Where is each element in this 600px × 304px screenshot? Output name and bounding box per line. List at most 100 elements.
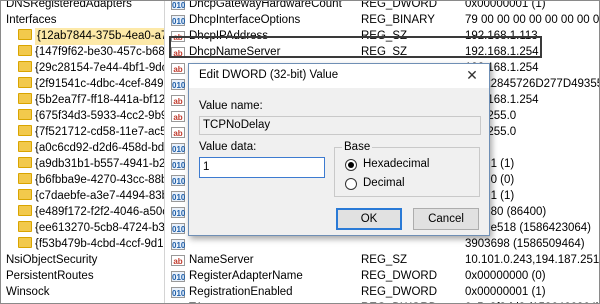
tree-item[interactable]: {12ab7844-375b-4ea0-a70d-b7 — [18, 28, 164, 45]
binary-value-icon: 010 — [171, 15, 186, 26]
base-group-label: Base — [342, 141, 373, 153]
hexadecimal-radio[interactable] — [345, 159, 357, 171]
folder-icon — [18, 189, 32, 200]
value-row[interactable]: 010 RegistrationEnabled REG_DWORD 0x0000000… — [165, 284, 599, 301]
tree-item[interactable]: {29c28154-7e44-4bf1-9dce-05 — [18, 60, 164, 77]
dialog-titlebar[interactable]: Edit DWORD (32-bit) Value ✕ — [189, 64, 489, 88]
tree-item-label: {c7daebfe-a3e7-4494-83b3-f9 — [35, 190, 164, 202]
tree-item[interactable]: {f53b479b-4cbd-4ccf-9d1c-12 — [18, 236, 164, 253]
value-name: NameServer — [189, 254, 254, 266]
value-name: T1 — [189, 300, 202, 303]
folder-icon — [18, 237, 32, 248]
tree-item[interactable]: {a0c6cd92-d2d6-458d-bd65-e — [18, 140, 164, 157]
folder-icon — [18, 141, 32, 152]
string-value-icon: ab — [171, 127, 185, 138]
folder-icon — [18, 77, 32, 88]
binary-value-icon: 010 — [171, 223, 186, 234]
registry-editor: DNSRegisteredAdapters Interfaces {12ab7844… — [0, 0, 600, 304]
tree-item[interactable]: {b6fbba9e-4270-43cc-88b6-15 — [18, 172, 164, 189]
binary-value-icon: 010 — [171, 79, 186, 90]
value-row[interactable]: 010 3903698 (1586509464) — [165, 236, 599, 253]
cancel-button[interactable]: Cancel — [413, 208, 479, 230]
value-data: 10.101.0.243,194.187.251.67,1 — [465, 254, 600, 266]
folder-icon — [18, 173, 32, 184]
tree-item-label: {5b2ea7f7-ff18-441a-bf12-c6fe — [35, 94, 165, 106]
tree-item[interactable]: {147f9f62-be30-457c-b688-7d — [18, 44, 165, 61]
binary-value-icon: 010 — [171, 207, 186, 218]
value-data: 0x00000000 (0) — [465, 270, 546, 282]
value-type: REG_BINARY — [361, 14, 435, 26]
value-name: RegisterAdapterName — [189, 270, 303, 282]
value-data-label: Value data: — [199, 141, 257, 153]
tree-item[interactable]: {e489f172-f2f2-4046-a50c-807 — [18, 204, 164, 221]
tree-item-label: {675f34d3-5933-4cc2-9b95-cd — [35, 110, 164, 122]
string-value-icon: ab — [171, 111, 185, 122]
string-value-icon: ab — [171, 255, 185, 266]
decimal-label[interactable]: Decimal — [363, 177, 405, 189]
tree-item[interactable]: NsiObjectSecurity — [6, 252, 97, 269]
folder-icon — [18, 221, 32, 232]
tree-item-label: {ee613270-5cb8-4724-b3bf-87 — [35, 222, 165, 234]
folder-icon — [18, 61, 32, 72]
value-name-label: Value name: — [199, 100, 263, 112]
tree-item-label: {a9db31b1-b557-4941-b299-d — [35, 158, 165, 170]
close-icon[interactable]: ✕ — [463, 66, 481, 84]
value-name-field: TCPNoDelay — [199, 116, 481, 135]
folder-icon — [18, 29, 32, 40]
tree-item-label: Winsock — [6, 286, 50, 298]
binary-value-icon: 010 — [171, 191, 186, 202]
hexadecimal-label[interactable]: Hexadecimal — [363, 158, 429, 170]
dialog-title: Edit DWORD (32-bit) Value — [199, 69, 339, 81]
edit-dword-dialog: Edit DWORD (32-bit) Value ✕ Value name: … — [188, 63, 490, 236]
value-type: REG_DWORD — [361, 270, 438, 282]
binary-value-icon: 010 — [171, 143, 186, 154]
tree-item[interactable]: {5b2ea7f7-ff18-441a-bf12-c6fe — [18, 92, 165, 109]
tree-item-label: {29c28154-7e44-4bf1-9dce-05 — [35, 62, 164, 74]
folder-icon — [18, 45, 32, 56]
tree-item[interactable]: {ee613270-5cb8-4724-b3bf-87 — [18, 220, 165, 237]
tree-item[interactable]: {7f521712-cd58-11e7-ac5b-80 — [18, 124, 164, 141]
tree-item[interactable]: PersistentRoutes — [6, 268, 94, 285]
folder-icon — [18, 93, 32, 104]
tree-item-label: {2f91541c-4dbc-4cef-849e-25 — [35, 78, 164, 90]
registry-tree[interactable]: DNSRegisteredAdapters Interfaces {12ab7844… — [2, 1, 165, 303]
folder-icon — [18, 157, 32, 168]
tree-item-label: {b6fbba9e-4270-43cc-88b6-15 — [35, 174, 164, 186]
folder-icon — [18, 109, 32, 120]
tree-item-label: {12ab7844-375b-4ea0-a70d-b7 — [35, 28, 164, 45]
binary-value-icon: 010 — [171, 159, 186, 170]
string-value-icon: ab — [171, 63, 185, 74]
ok-button[interactable]: OK — [336, 208, 402, 230]
tree-item-label: NsiObjectSecurity — [6, 254, 98, 266]
tree-item[interactable]: {a9db31b1-b557-4941-b299-d — [18, 156, 165, 173]
value-data: 0x00000001 (1) — [465, 286, 546, 298]
folder-icon — [18, 205, 32, 216]
tree-item-label: Interfaces — [6, 14, 57, 26]
tree-item-label: {147f9f62-be30-457c-b688-7d — [35, 46, 165, 58]
tree-item[interactable]: {2f91541c-4dbc-4cef-849e-25 — [18, 76, 164, 93]
decimal-radio[interactable] — [345, 178, 357, 190]
tree-item-label: {e489f172-f2f2-4046-a50c-807 — [35, 206, 164, 218]
value-type: REG_SZ — [361, 254, 408, 266]
tree-item-label: {f53b479b-4cbd-4ccf-9d1c-12 — [35, 238, 164, 250]
tree-item[interactable]: Interfaces — [6, 12, 57, 29]
binary-value-icon: 010 — [171, 287, 186, 298]
value-row[interactable]: 010 DhcpInterfaceOptions REG_BINARY 79 00 0… — [165, 12, 599, 29]
value-row[interactable]: 010T1REG_DWORD0x5e8f8dd8 (1586466264) — [165, 300, 599, 303]
binary-value-icon: 010 — [171, 271, 186, 282]
tree-item[interactable]: {675f34d3-5933-4cc2-9b95-cd — [18, 108, 164, 125]
dhcp-ip-highlight-box — [169, 36, 542, 58]
value-data: 0x5e8f8dd8 (1586466264) — [465, 300, 599, 303]
tree-item-label: PersistentRoutes — [6, 270, 94, 282]
tree-item[interactable]: Winsock — [6, 284, 49, 301]
binary-value-icon: 010 — [171, 239, 186, 250]
tree-item[interactable]: {c7daebfe-a3e7-4494-83b3-f9 — [18, 188, 164, 205]
value-data-input[interactable]: 1 — [199, 157, 325, 178]
value-name: DhcpInterfaceOptions — [189, 14, 301, 26]
value-row[interactable]: ab NameServer REG_SZ 10.101.0.243,194.187.2… — [165, 252, 600, 269]
value-name: RegistrationEnabled — [189, 286, 293, 298]
binary-value-icon: 010 — [171, 175, 186, 186]
value-row[interactable]: 010 RegisterAdapterName REG_DWORD 0x0000000… — [165, 268, 599, 285]
binary-value-icon: 010 — [171, 1, 186, 10]
value-type: REG_DWORD — [361, 300, 437, 303]
